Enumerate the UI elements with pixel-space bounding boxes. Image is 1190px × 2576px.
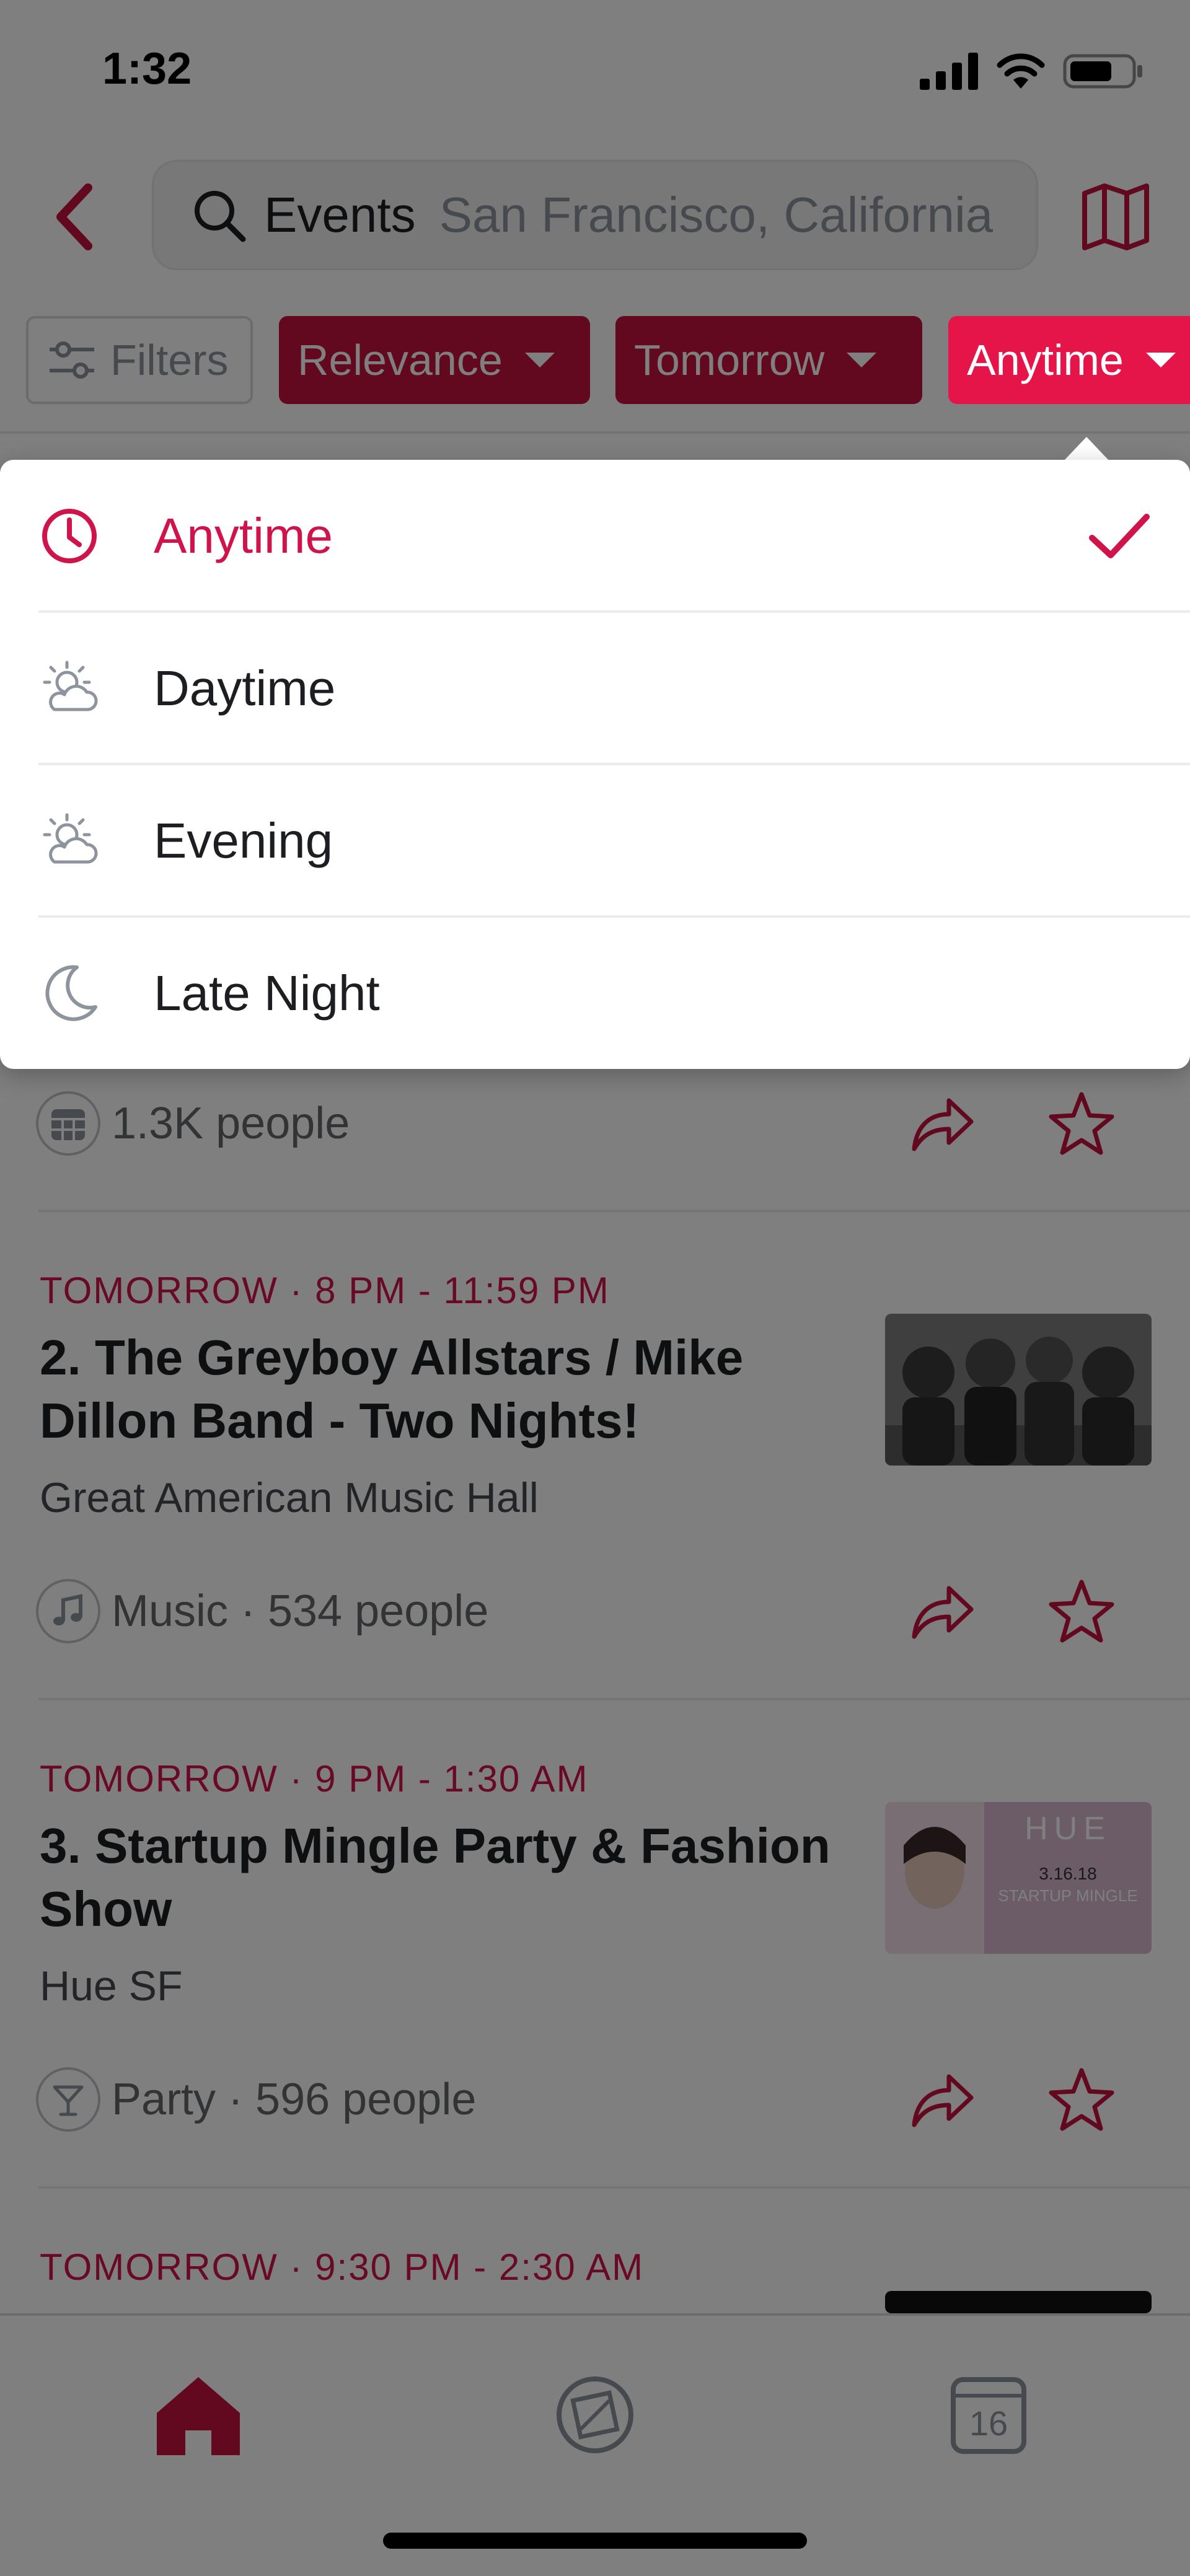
- clock-icon: [42, 508, 97, 563]
- checkmark-icon: [1089, 513, 1150, 558]
- time-dropdown: Anytime Daytime Evening Late Night: [0, 460, 1190, 1069]
- option-anytime[interactable]: Anytime: [0, 460, 1190, 612]
- active-chip-row: Anytime: [0, 316, 1190, 406]
- option-daytime[interactable]: Daytime: [0, 612, 1190, 764]
- chevron-down-icon: [1145, 353, 1176, 367]
- option-label: Anytime: [154, 508, 333, 563]
- sun-cloud-icon: [43, 661, 98, 711]
- sun-cloud-icon: [43, 813, 98, 863]
- option-label: Late Night: [154, 965, 380, 1021]
- anytime-chip[interactable]: Anytime: [948, 316, 1190, 404]
- app-screen: 1:32 Even: [0, 0, 1190, 2576]
- dropdown-pointer: [1063, 437, 1110, 462]
- anytime-label: Anytime: [967, 336, 1124, 384]
- option-late-night[interactable]: Late Night: [0, 917, 1190, 1069]
- moon-icon: [45, 965, 97, 1021]
- option-label: Daytime: [154, 660, 336, 716]
- option-label: Evening: [154, 812, 333, 868]
- option-evening[interactable]: Evening: [0, 765, 1190, 917]
